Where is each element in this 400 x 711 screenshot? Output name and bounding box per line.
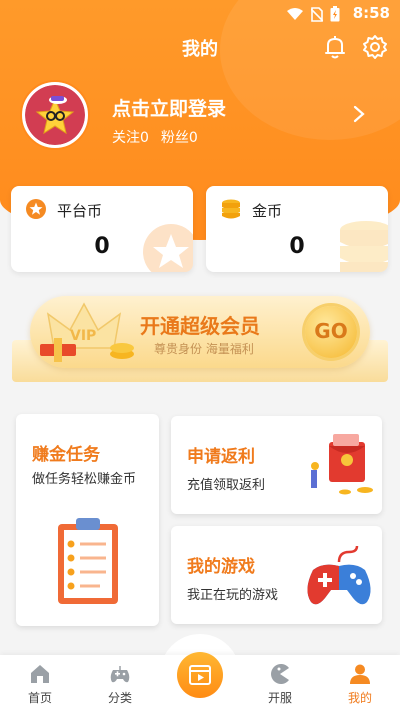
home-icon	[31, 665, 49, 683]
my-games-subtitle: 我正在玩的游戏	[187, 588, 279, 603]
clipboard-checklist-icon	[58, 518, 118, 604]
vip-banner[interactable]: VIP 开通超级会员 尊贵身份 海量福利 GO	[12, 292, 388, 388]
go-label: GO	[314, 319, 348, 343]
tab-category[interactable]: 分类	[80, 655, 160, 711]
rebate-subtitle: 充值领取返利	[187, 478, 266, 493]
earn-task-title: 赚金任务	[32, 445, 100, 465]
earn-task-card[interactable]: 赚金任务 做任务轻松赚金币	[16, 414, 159, 626]
tab-home[interactable]: 首页	[0, 655, 80, 711]
gold-coins-icon	[222, 199, 240, 219]
gold-coin-label: 金币	[252, 202, 283, 220]
tab-server-open-label: 开服	[267, 691, 292, 705]
tab-home-label: 首页	[27, 691, 52, 705]
rebate-title: 申请返利	[187, 447, 255, 467]
tab-server-open[interactable]: 开服	[240, 655, 320, 711]
vip-badge-text: VIP	[70, 328, 96, 344]
top-bar: 我的	[0, 32, 400, 62]
chevron-right-icon[interactable]	[352, 104, 366, 124]
center-video-button[interactable]	[177, 652, 223, 698]
battery-charging-icon	[330, 6, 340, 22]
tab-category-label: 分类	[107, 691, 132, 705]
following-count[interactable]: 关注0	[112, 127, 149, 147]
platform-coin-card[interactable]: 平台币 0	[11, 186, 193, 272]
my-games-title: 我的游戏	[187, 557, 255, 577]
user-icon	[350, 664, 370, 684]
video-play-icon	[189, 665, 211, 685]
vip-go-button[interactable]: GO	[305, 306, 357, 358]
no-sim-icon	[311, 6, 323, 22]
avatar[interactable]	[22, 82, 88, 148]
star-coin-watermark-icon	[143, 224, 193, 272]
pacman-icon	[271, 664, 289, 684]
star-mascot-icon	[35, 96, 75, 135]
gold-coin-card[interactable]: 金币 0	[206, 186, 388, 272]
platform-coin-label: 平台币	[57, 202, 103, 220]
tab-mine-label: 我的	[347, 691, 372, 705]
vip-title: 开通超级会员	[140, 314, 260, 338]
earn-task-subtitle: 做任务轻松赚金币	[32, 472, 137, 487]
my-games-card[interactable]: 我的游戏 我正在玩的游戏	[171, 526, 382, 624]
rebate-card[interactable]: 申请返利 充值领取返利	[171, 416, 382, 514]
status-bar: 8:58	[0, 0, 400, 26]
red-envelope-icon	[311, 434, 373, 495]
login-prompt[interactable]: 点击立即登录	[112, 94, 226, 121]
vip-crown-icon: VIP	[40, 302, 134, 362]
tab-mine[interactable]: 我的	[320, 655, 400, 711]
star-coin-icon	[26, 199, 46, 219]
gear-icon[interactable]	[362, 34, 388, 60]
game-controller-icon	[307, 546, 371, 605]
gold-coins-watermark-icon	[340, 221, 388, 272]
gamepad-icon	[110, 666, 130, 683]
bell-icon[interactable]	[323, 34, 347, 60]
followers-count[interactable]: 粉丝0	[161, 127, 198, 147]
wifi-icon	[287, 8, 303, 20]
profile-section[interactable]: 点击立即登录 关注0 粉丝0	[0, 82, 400, 152]
vip-subtitle: 尊贵身份 海量福利	[154, 342, 254, 356]
clock: 8:58	[352, 4, 390, 22]
